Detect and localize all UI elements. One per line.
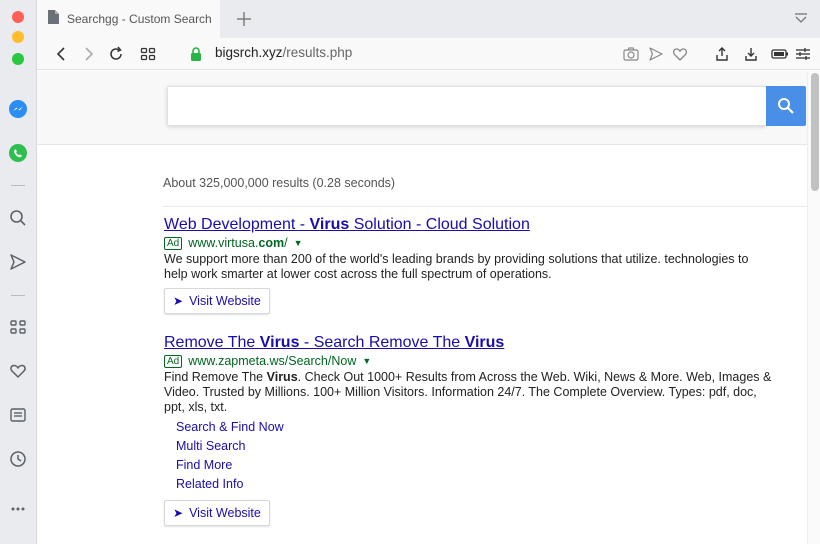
page-icon: [47, 9, 59, 29]
speed-dial-icon[interactable]: [137, 43, 159, 65]
search-result: Web Development - Virus Solution - Cloud…: [164, 216, 774, 314]
results-divider: [163, 206, 807, 207]
sidebar: [0, 0, 37, 544]
heart-icon[interactable]: [669, 43, 691, 65]
toolbar: bigsrch.xyz/results.php: [37, 38, 820, 70]
browser-window: Searchgg - Custom Search bigsrch.xyz/res…: [0, 0, 820, 544]
ad-badge: Ad: [164, 354, 183, 368]
camera-icon[interactable]: [620, 43, 642, 65]
page-content: About 325,000,000 results (0.28 seconds)…: [37, 71, 820, 544]
download-icon[interactable]: [740, 43, 762, 65]
back-icon[interactable]: [51, 43, 73, 65]
sidebar-divider: [11, 185, 25, 186]
send-icon[interactable]: [6, 250, 30, 274]
arrow-icon: ➤: [173, 506, 184, 520]
battery-icon[interactable]: [769, 43, 791, 65]
result-description: Find Remove The Virus. Check Out 1000+ R…: [164, 370, 772, 414]
arrow-icon: ➤: [173, 294, 184, 308]
search-icon: [778, 98, 794, 114]
visit-website-button[interactable]: ➤ Visit Website: [164, 500, 270, 526]
sitelink[interactable]: Search & Find Now: [176, 418, 774, 437]
url-dropdown-icon[interactable]: ▼: [362, 356, 371, 366]
share-icon[interactable]: [711, 43, 733, 65]
tab-bar: Searchgg - Custom Search: [37, 0, 820, 38]
search-input[interactable]: [167, 86, 767, 126]
send-icon[interactable]: [645, 43, 667, 65]
result-description: We support more than 200 of the world's …: [164, 252, 749, 281]
search-result: Remove The Virus - Search Remove The Vir…: [164, 334, 774, 526]
reload-icon[interactable]: [105, 43, 127, 65]
minimize-window-button[interactable]: [12, 31, 24, 43]
url-dropdown-icon[interactable]: ▼: [294, 238, 303, 248]
scrollbar[interactable]: [807, 71, 820, 544]
close-window-button[interactable]: [12, 11, 24, 23]
url-path: /results.php: [282, 45, 353, 60]
maximize-window-button[interactable]: [12, 53, 24, 65]
notes-icon[interactable]: [6, 403, 30, 427]
whatsapp-icon[interactable]: [6, 141, 30, 165]
lock-icon: [185, 43, 207, 65]
result-url: Ad www.zapmeta.ws/Search/Now ▼: [164, 354, 774, 368]
search-icon[interactable]: [6, 206, 30, 230]
result-title-link[interactable]: Web Development - Virus Solution - Cloud…: [164, 216, 774, 234]
sitelink[interactable]: Find More: [176, 456, 774, 475]
history-icon[interactable]: [6, 447, 30, 471]
ad-badge: Ad: [164, 236, 183, 250]
tab-title: Searchgg - Custom Search: [67, 12, 212, 26]
visit-website-button[interactable]: ➤ Visit Website: [164, 288, 270, 314]
new-tab-button[interactable]: [233, 8, 255, 30]
sitelink[interactable]: Related Info: [176, 475, 774, 494]
tab-active[interactable]: Searchgg - Custom Search: [37, 0, 220, 38]
scrollbar-thumb[interactable]: [811, 73, 819, 191]
url-host: bigsrch.xyz: [215, 45, 283, 60]
address-bar[interactable]: bigsrch.xyz/results.php: [215, 45, 352, 60]
forward-icon[interactable]: [77, 43, 99, 65]
settings-icon[interactable]: [792, 43, 814, 65]
more-icon[interactable]: [6, 497, 30, 521]
heart-icon[interactable]: [6, 359, 30, 383]
sitelink[interactable]: Multi Search: [176, 437, 774, 456]
search-button[interactable]: [766, 86, 806, 126]
result-stats: About 325,000,000 results (0.28 seconds): [163, 176, 396, 190]
sitelinks: Search & Find Now Multi Search Find More…: [164, 418, 774, 494]
result-url: Ad www.virtusa. com / ▼: [164, 236, 774, 250]
search-header: [37, 71, 807, 145]
grid-icon[interactable]: [6, 315, 30, 339]
sidebar-divider: [11, 295, 25, 296]
messenger-icon[interactable]: [6, 97, 30, 121]
result-title-link[interactable]: Remove The Virus - Search Remove The Vir…: [164, 334, 774, 352]
tab-menu-icon[interactable]: [794, 11, 810, 27]
